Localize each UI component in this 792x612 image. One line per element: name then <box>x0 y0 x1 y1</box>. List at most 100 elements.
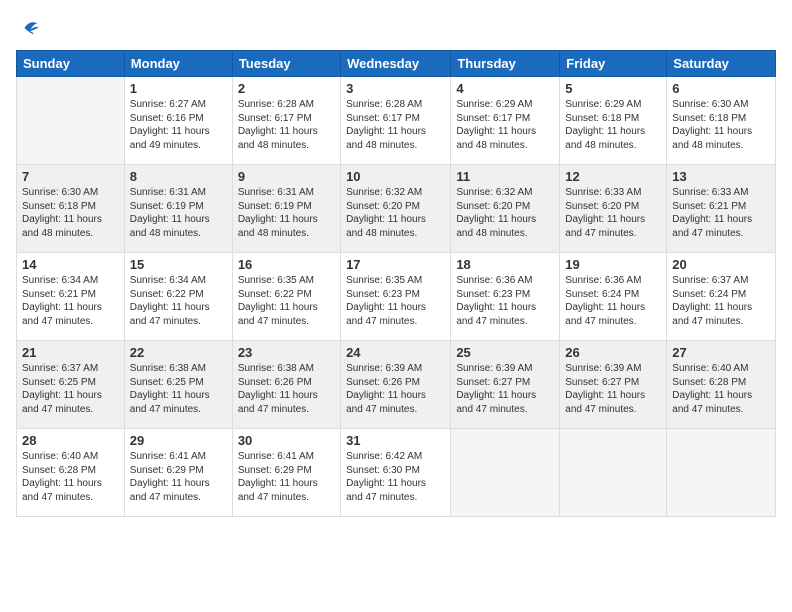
day-number: 12 <box>565 169 661 184</box>
calendar-day-cell: 2Sunrise: 6:28 AMSunset: 6:17 PMDaylight… <box>232 77 340 165</box>
day-number: 14 <box>22 257 119 272</box>
calendar-day-cell: 20 Sunrise: 6:37 AMSunset: 6:24 PMDayligh… <box>667 253 776 341</box>
day-number: 3 <box>346 81 445 96</box>
day-info: Sunrise: 6:31 AMSunset: 6:19 PMDaylight:… <box>238 186 335 240</box>
day-number: 9 <box>238 169 335 184</box>
day-number: 5 <box>565 81 661 96</box>
day-info: Sunrise: 6:37 AMSunset: 6:24 PMDaylight:… <box>672 274 770 328</box>
day-number: 13 <box>672 169 770 184</box>
day-number: 28 <box>22 433 119 448</box>
calendar-day-cell: 10 Sunrise: 6:32 AMSunset: 6:20 PMDayligh… <box>341 165 451 253</box>
day-info: Sunrise: 6:39 AMSunset: 6:27 PMDaylight:… <box>456 362 554 416</box>
day-info: Sunrise: 6:30 AMSunset: 6:18 PMDaylight:… <box>672 98 770 152</box>
day-number: 18 <box>456 257 554 272</box>
day-number: 23 <box>238 345 335 360</box>
day-number: 10 <box>346 169 445 184</box>
calendar-day-cell: 6 Sunrise: 6:30 AMSunset: 6:18 PMDaylight… <box>667 77 776 165</box>
weekday-header-wednesday: Wednesday <box>341 51 451 77</box>
day-number: 26 <box>565 345 661 360</box>
day-number: 6 <box>672 81 770 96</box>
calendar-week-row: 21 Sunrise: 6:37 AMSunset: 6:25 PMDayligh… <box>17 341 776 429</box>
calendar-day-cell: 29 Sunrise: 6:41 AMSunset: 6:29 PMDayligh… <box>124 429 232 517</box>
calendar-day-cell: 3 Sunrise: 6:28 AMSunset: 6:17 PMDaylight… <box>341 77 451 165</box>
page-container: SundayMondayTuesdayWednesdayThursdayFrid… <box>0 0 792 612</box>
calendar-day-cell: 21 Sunrise: 6:37 AMSunset: 6:25 PMDayligh… <box>17 341 125 429</box>
calendar-day-cell: 26 Sunrise: 6:39 AMSunset: 6:27 PMDayligh… <box>560 341 667 429</box>
day-info: Sunrise: 6:38 AMSunset: 6:26 PMDaylight:… <box>238 362 335 416</box>
day-info: Sunrise: 6:31 AMSunset: 6:19 PMDaylight:… <box>130 186 227 240</box>
day-info: Sunrise: 6:40 AMSunset: 6:28 PMDaylight:… <box>22 450 119 504</box>
day-info: Sunrise: 6:35 AMSunset: 6:22 PMDaylight:… <box>238 274 335 328</box>
day-info: Sunrise: 6:39 AMSunset: 6:27 PMDaylight:… <box>565 362 661 416</box>
calendar-day-cell: 31 Sunrise: 6:42 AMSunset: 6:30 PMDayligh… <box>341 429 451 517</box>
logo-bird-icon <box>18 16 42 40</box>
day-info: Sunrise: 6:36 AMSunset: 6:24 PMDaylight:… <box>565 274 661 328</box>
calendar-day-cell <box>667 429 776 517</box>
day-number: 20 <box>672 257 770 272</box>
day-info: Sunrise: 6:28 AMSunset: 6:17 PMDaylight:… <box>346 98 445 152</box>
day-info: Sunrise: 6:42 AMSunset: 6:30 PMDaylight:… <box>346 450 445 504</box>
header <box>16 16 776 40</box>
day-info: Sunrise: 6:39 AMSunset: 6:26 PMDaylight:… <box>346 362 445 416</box>
calendar-day-cell: 15 Sunrise: 6:34 AMSunset: 6:22 PMDayligh… <box>124 253 232 341</box>
day-number: 21 <box>22 345 119 360</box>
calendar-day-cell: 12 Sunrise: 6:33 AMSunset: 6:20 PMDayligh… <box>560 165 667 253</box>
calendar-day-cell: 16 Sunrise: 6:35 AMSunset: 6:22 PMDayligh… <box>232 253 340 341</box>
calendar-day-cell: 30Sunrise: 6:41 AMSunset: 6:29 PMDayligh… <box>232 429 340 517</box>
day-number: 30 <box>238 433 335 448</box>
day-number: 27 <box>672 345 770 360</box>
calendar-day-cell: 13 Sunrise: 6:33 AMSunset: 6:21 PMDayligh… <box>667 165 776 253</box>
calendar-table: SundayMondayTuesdayWednesdayThursdayFrid… <box>16 50 776 517</box>
calendar-day-cell: 27Sunrise: 6:40 AMSunset: 6:28 PMDayligh… <box>667 341 776 429</box>
day-info: Sunrise: 6:37 AMSunset: 6:25 PMDaylight:… <box>22 362 119 416</box>
day-number: 22 <box>130 345 227 360</box>
day-info: Sunrise: 6:34 AMSunset: 6:21 PMDaylight:… <box>22 274 119 328</box>
day-info: Sunrise: 6:32 AMSunset: 6:20 PMDaylight:… <box>346 186 445 240</box>
day-number: 31 <box>346 433 445 448</box>
calendar-week-row: 28 Sunrise: 6:40 AMSunset: 6:28 PMDayligh… <box>17 429 776 517</box>
weekday-header-thursday: Thursday <box>451 51 560 77</box>
calendar-day-cell: 11 Sunrise: 6:32 AMSunset: 6:20 PMDayligh… <box>451 165 560 253</box>
day-number: 29 <box>130 433 227 448</box>
day-number: 4 <box>456 81 554 96</box>
calendar-day-cell: 18 Sunrise: 6:36 AMSunset: 6:23 PMDayligh… <box>451 253 560 341</box>
day-info: Sunrise: 6:41 AMSunset: 6:29 PMDaylight:… <box>130 450 227 504</box>
calendar-week-row: 1Sunrise: 6:27 AMSunset: 6:16 PMDaylight… <box>17 77 776 165</box>
calendar-day-cell: 28 Sunrise: 6:40 AMSunset: 6:28 PMDayligh… <box>17 429 125 517</box>
day-info: Sunrise: 6:36 AMSunset: 6:23 PMDaylight:… <box>456 274 554 328</box>
calendar-week-row: 7Sunrise: 6:30 AMSunset: 6:18 PMDaylight… <box>17 165 776 253</box>
calendar-day-cell: 24 Sunrise: 6:39 AMSunset: 6:26 PMDayligh… <box>341 341 451 429</box>
day-info: Sunrise: 6:34 AMSunset: 6:22 PMDaylight:… <box>130 274 227 328</box>
day-number: 8 <box>130 169 227 184</box>
calendar-day-cell: 17 Sunrise: 6:35 AMSunset: 6:23 PMDayligh… <box>341 253 451 341</box>
calendar-day-cell: 22 Sunrise: 6:38 AMSunset: 6:25 PMDayligh… <box>124 341 232 429</box>
calendar-day-cell: 7Sunrise: 6:30 AMSunset: 6:18 PMDaylight… <box>17 165 125 253</box>
calendar-day-cell <box>451 429 560 517</box>
day-number: 19 <box>565 257 661 272</box>
day-number: 1 <box>130 81 227 96</box>
day-info: Sunrise: 6:33 AMSunset: 6:20 PMDaylight:… <box>565 186 661 240</box>
day-number: 16 <box>238 257 335 272</box>
calendar-day-cell: 23 Sunrise: 6:38 AMSunset: 6:26 PMDayligh… <box>232 341 340 429</box>
day-number: 25 <box>456 345 554 360</box>
calendar-day-cell: 9 Sunrise: 6:31 AMSunset: 6:19 PMDaylight… <box>232 165 340 253</box>
calendar-day-cell: 19 Sunrise: 6:36 AMSunset: 6:24 PMDayligh… <box>560 253 667 341</box>
weekday-header-monday: Monday <box>124 51 232 77</box>
weekday-header-saturday: Saturday <box>667 51 776 77</box>
weekday-header-sunday: Sunday <box>17 51 125 77</box>
weekday-header-tuesday: Tuesday <box>232 51 340 77</box>
day-number: 17 <box>346 257 445 272</box>
day-number: 24 <box>346 345 445 360</box>
day-info: Sunrise: 6:33 AMSunset: 6:21 PMDaylight:… <box>672 186 770 240</box>
day-info: Sunrise: 6:35 AMSunset: 6:23 PMDaylight:… <box>346 274 445 328</box>
calendar-week-row: 14 Sunrise: 6:34 AMSunset: 6:21 PMDayligh… <box>17 253 776 341</box>
day-info: Sunrise: 6:32 AMSunset: 6:20 PMDaylight:… <box>456 186 554 240</box>
day-number: 11 <box>456 169 554 184</box>
weekday-header-row: SundayMondayTuesdayWednesdayThursdayFrid… <box>17 51 776 77</box>
calendar-day-cell: 4Sunrise: 6:29 AMSunset: 6:17 PMDaylight… <box>451 77 560 165</box>
day-number: 15 <box>130 257 227 272</box>
calendar-day-cell: 25 Sunrise: 6:39 AMSunset: 6:27 PMDayligh… <box>451 341 560 429</box>
day-info: Sunrise: 6:38 AMSunset: 6:25 PMDaylight:… <box>130 362 227 416</box>
calendar-day-cell: 8 Sunrise: 6:31 AMSunset: 6:19 PMDaylight… <box>124 165 232 253</box>
calendar-day-cell: 5Sunrise: 6:29 AMSunset: 6:18 PMDaylight… <box>560 77 667 165</box>
